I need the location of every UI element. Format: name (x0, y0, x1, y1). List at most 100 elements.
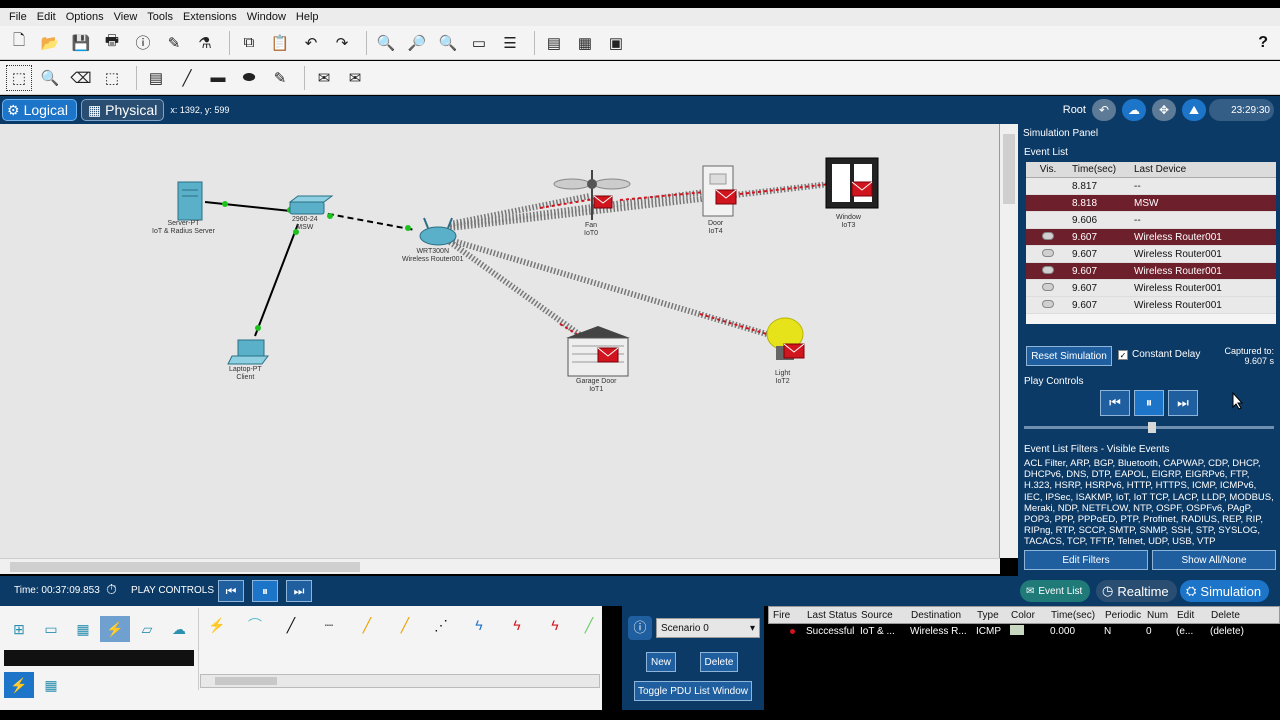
event-list-toggle[interactable]: ✉ Event List (1020, 580, 1091, 602)
menu-view[interactable]: View (109, 11, 143, 23)
zoom-reset-icon[interactable]: 🔎 (404, 30, 430, 56)
move-viewport-icon[interactable]: ✥ (1152, 99, 1176, 121)
serial-dte-cable-icon[interactable]: ϟ (502, 612, 532, 638)
menu-options[interactable]: Options (61, 11, 109, 23)
end-devices-icon[interactable]: ▭ (36, 616, 66, 642)
connections-subcategory-icon[interactable]: ⚡ (4, 672, 34, 698)
cloud-icon[interactable]: ☁ (1122, 99, 1146, 121)
pdu-row[interactable]: Successful IoT & ... Wireless R... ICMP 0.00… (768, 624, 1280, 638)
show-all-none-button[interactable]: Show All/None (1152, 550, 1276, 570)
phone-cable-icon[interactable]: ╱ (390, 612, 420, 638)
canvas-horizontal-scrollbar[interactable] (0, 558, 1000, 574)
tab-physical[interactable]: ▦ Physical (80, 99, 165, 121)
bottom-forward-button[interactable]: ⏭ (286, 580, 312, 602)
pdu-cell[interactable]: (e... (1172, 626, 1206, 637)
paste-icon[interactable]: 📋 (267, 30, 293, 56)
pause-button[interactable]: ⏸ (1134, 390, 1164, 416)
new-file-icon[interactable]: 🗋 (6, 30, 32, 56)
console-cable-icon[interactable]: ⌒ (240, 612, 270, 638)
custom-device-dialog-icon[interactable]: ☰ (497, 30, 523, 56)
save-icon[interactable]: 💾 (68, 30, 94, 56)
pdu-col-header[interactable]: Color (1007, 610, 1047, 621)
open-folder-icon[interactable]: 📂 (37, 30, 63, 56)
menu-tools[interactable]: Tools (142, 11, 178, 23)
server-device[interactable] (177, 181, 203, 221)
tab-logical[interactable]: ⚙ Logical (2, 99, 77, 121)
switch-device[interactable] (288, 195, 334, 215)
components-icon[interactable]: ▦ (68, 616, 98, 642)
draw-rectangle-icon[interactable]: ▬ (205, 65, 231, 91)
pdu-col-header[interactable]: Last Status (803, 610, 857, 621)
event-row[interactable]: 9.607 Wireless Router001 (1026, 263, 1276, 280)
pdu-col-header[interactable]: Fire (769, 610, 803, 621)
pdu-col-header[interactable]: Num (1143, 610, 1173, 621)
complex-pdu-icon[interactable]: ✉ (342, 65, 368, 91)
pdu-col-header[interactable]: Source (857, 610, 907, 621)
zoom-in-icon[interactable]: 🔍 (373, 30, 399, 56)
iot-custom-cable-icon[interactable]: ╱ (574, 612, 604, 638)
pdu-envelope-icon[interactable] (783, 343, 805, 359)
fiber-cable-icon[interactable]: ╱ (352, 612, 382, 638)
new-scenario-button[interactable]: New (646, 652, 676, 672)
serial-dce-cable-icon[interactable]: ϟ (464, 612, 494, 638)
menu-window[interactable]: Window (242, 11, 291, 23)
undo-icon[interactable]: ↶ (298, 30, 324, 56)
pdu-col-header[interactable]: Destination (907, 610, 973, 621)
connections-icon[interactable]: ⚡ (100, 616, 130, 642)
speed-slider-handle[interactable] (1148, 422, 1156, 433)
pdu-envelope-icon[interactable] (715, 189, 737, 205)
drawing-palette-icon[interactable]: ▭ (466, 30, 492, 56)
col-time[interactable]: Time(sec) (1066, 164, 1128, 175)
freeform-icon[interactable]: ✎ (267, 65, 293, 91)
realtime-mode-button[interactable]: ◷ Realtime (1096, 580, 1177, 602)
toggle-pdu-list-button[interactable]: Toggle PDU List Window (634, 681, 752, 701)
custom-device-icon[interactable]: ⚗ (192, 30, 218, 56)
simulation-mode-button[interactable]: ⛭ Simulation (1180, 580, 1270, 602)
delete-icon[interactable]: ⌫ (68, 65, 94, 91)
redo-icon[interactable]: ↷ (329, 30, 355, 56)
misc-icon[interactable]: ▱ (132, 616, 162, 642)
info-icon[interactable]: ⓘ (628, 616, 652, 640)
col-vis[interactable]: Vis. (1026, 164, 1066, 175)
speed-slider[interactable] (1024, 422, 1274, 433)
wireless-router-device[interactable] (419, 217, 457, 246)
constant-delay-checkbox[interactable]: ✓ (1118, 349, 1128, 360)
crossover-cable-icon[interactable]: ┈ (314, 612, 344, 638)
scenario-select[interactable]: Scenario 0 ▾ (656, 618, 760, 638)
scroll-thumb[interactable] (1003, 134, 1015, 204)
step-forward-button[interactable]: ⏭ (1168, 390, 1198, 416)
event-row[interactable]: 9.607 Wireless Router001 (1026, 280, 1276, 297)
menu-extensions[interactable]: Extensions (178, 11, 242, 23)
activity-wizard-icon[interactable]: ✎ (161, 30, 187, 56)
network-info-icon[interactable]: ▦ (572, 30, 598, 56)
col-last-device[interactable]: Last Device (1128, 164, 1276, 175)
scroll-thumb[interactable] (215, 677, 277, 685)
background-image-icon[interactable]: ⛰ (1182, 99, 1206, 121)
zoom-out-icon[interactable]: 🔍 (435, 30, 461, 56)
auto-connection-icon[interactable]: ⚡ (202, 612, 232, 638)
pdu-col-header[interactable]: Time(sec) (1047, 610, 1101, 621)
select-icon[interactable]: ⬚ (6, 64, 32, 91)
pdu-fire-indicator[interactable] (768, 626, 802, 637)
event-row[interactable]: 8.818 MSW (1026, 195, 1276, 212)
scroll-thumb[interactable] (10, 562, 360, 572)
pdu-col-header[interactable]: Type (973, 610, 1007, 621)
structured-cabling-icon[interactable]: ▦ (36, 672, 66, 698)
pdu-cell[interactable]: (delete) (1206, 626, 1256, 637)
coaxial-cable-icon[interactable]: ⋰ (426, 612, 456, 638)
pdu-col-header[interactable]: Periodic (1101, 610, 1143, 621)
draw-ellipse-icon[interactable]: ⬬ (236, 65, 262, 91)
info-icon[interactable]: ⓘ (130, 30, 156, 56)
event-row[interactable]: 9.607 Wireless Router001 (1026, 297, 1276, 314)
reset-simulation-button[interactable]: Reset Simulation (1026, 346, 1112, 366)
event-row[interactable]: 9.607 Wireless Router001 (1026, 229, 1276, 246)
simple-pdu-icon[interactable]: ✉ (311, 65, 337, 91)
pdu-col-header[interactable]: Edit (1173, 610, 1207, 621)
pdu-envelope-icon[interactable] (593, 195, 613, 209)
logical-workspace-canvas[interactable]: Server-PT IoT & Radius Server 2960-24 MSW … (0, 124, 1000, 558)
back-icon[interactable]: ↶ (1092, 99, 1116, 121)
resize-shape-icon[interactable]: ⬚ (99, 65, 125, 91)
inspect-icon[interactable]: 🔍 (37, 65, 63, 91)
copy-icon[interactable]: ⧉ (236, 30, 262, 56)
help-icon[interactable]: ? (1258, 34, 1268, 52)
